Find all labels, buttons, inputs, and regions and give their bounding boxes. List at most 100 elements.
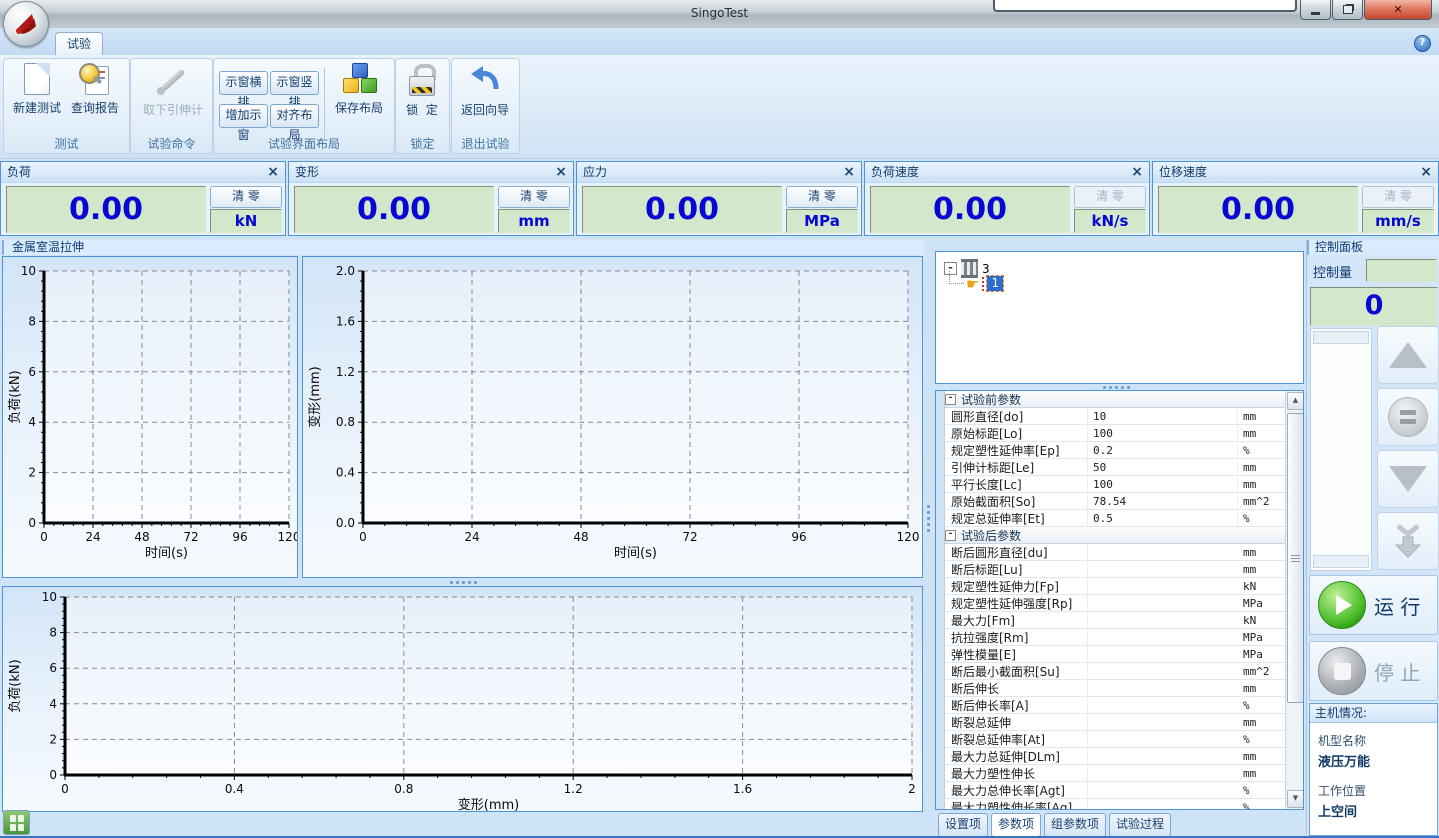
- hold-icon: [1388, 397, 1428, 437]
- svg-text:120: 120: [278, 530, 297, 544]
- meter-unit: mm/s: [1362, 209, 1434, 233]
- param-section-header[interactable]: -试验后参数: [945, 527, 1287, 544]
- collapse-icon[interactable]: -: [945, 530, 956, 541]
- windows-horizontal-button[interactable]: 示窗横排: [219, 71, 268, 95]
- meter-close-icon[interactable]: ×: [843, 162, 855, 182]
- param-row[interactable]: 断裂总延伸率[At]%: [945, 731, 1287, 748]
- chart-grid-button[interactable]: [3, 810, 30, 835]
- meter-panel: 位移速度×0.00清 零mm/s: [1152, 161, 1439, 236]
- param-row[interactable]: 断后圆形直径[du]mm: [945, 544, 1287, 561]
- param-row[interactable]: 最大力塑性伸长mm: [945, 765, 1287, 782]
- param-row[interactable]: 规定塑性延伸强度[Rp]MPa: [945, 595, 1287, 612]
- meter-clear-button[interactable]: 清 零: [210, 186, 282, 208]
- param-row[interactable]: 原始标距[Lo]100mm: [945, 425, 1287, 442]
- selected-specimen[interactable]: 1: [987, 276, 1003, 291]
- specimen-tree[interactable]: - 3 ☛ 1: [935, 251, 1304, 384]
- svg-text:0: 0: [28, 516, 36, 530]
- param-row[interactable]: 规定总延伸率[Et]0.5%: [945, 510, 1287, 527]
- horizontal-splitter[interactable]: [0, 578, 931, 586]
- param-row[interactable]: 原始截面积[So]78.54mm^2: [945, 493, 1287, 510]
- param-value[interactable]: 10: [1088, 410, 1238, 423]
- jog-fast-down-button[interactable]: [1377, 512, 1439, 570]
- speed-track[interactable]: [1310, 328, 1372, 571]
- restore-button[interactable]: [1332, 0, 1363, 20]
- meter-titlebar: 变形×: [289, 162, 573, 183]
- vertical-splitter[interactable]: [924, 240, 933, 838]
- meter-clear-button[interactable]: 清 零: [498, 186, 570, 208]
- tree-table-splitter[interactable]: [1103, 386, 1130, 389]
- jog-up-button[interactable]: [1377, 326, 1439, 384]
- param-row[interactable]: 最大力塑性伸长率[Ag]%: [945, 799, 1287, 810]
- help-icon[interactable]: ?: [1414, 35, 1431, 52]
- meter-clear-button[interactable]: 清 零: [786, 186, 858, 208]
- meter-close-icon[interactable]: ×: [1131, 162, 1143, 182]
- param-value[interactable]: 100: [1088, 478, 1238, 491]
- title-bar[interactable]: SingoTest ✕: [0, 0, 1439, 29]
- param-row[interactable]: 抗拉强度[Rm]MPa: [945, 629, 1287, 646]
- group-label-exit: 退出试验: [452, 135, 519, 152]
- meter-close-icon[interactable]: ×: [267, 162, 279, 182]
- meter-close-icon[interactable]: ×: [555, 162, 567, 182]
- svg-text:0.4: 0.4: [336, 466, 355, 480]
- param-unit: mm: [1238, 410, 1287, 423]
- param-row[interactable]: 断裂总延伸mm: [945, 714, 1287, 731]
- param-row[interactable]: 断后最小截面积[Su]mm^2: [945, 663, 1287, 680]
- tab-2[interactable]: 组参数项: [1044, 813, 1106, 837]
- query-report-button[interactable]: 查询报告: [66, 63, 124, 116]
- meter-close-icon[interactable]: ×: [1420, 162, 1432, 182]
- close-button[interactable]: ✕: [1364, 0, 1432, 20]
- param-row[interactable]: 最大力总伸长率[Agt]%: [945, 782, 1287, 799]
- svg-text:72: 72: [682, 530, 697, 544]
- param-unit: %: [1238, 444, 1287, 457]
- param-row[interactable]: 断后伸长率[A]%: [945, 697, 1287, 714]
- param-row[interactable]: 规定塑性延伸率[Ep]0.2%: [945, 442, 1287, 459]
- param-row[interactable]: 引伸计标距[Le]50mm: [945, 459, 1287, 476]
- tab-1[interactable]: 参数项: [991, 813, 1041, 837]
- param-row[interactable]: 断后伸长mm: [945, 680, 1287, 697]
- scroll-thumb[interactable]: [1287, 413, 1304, 703]
- jog-down-button[interactable]: [1377, 450, 1439, 508]
- app-window: SingoTest ✕ 试验 ? 新建测试 查询报: [0, 0, 1439, 838]
- param-value[interactable]: 50: [1088, 461, 1238, 474]
- meter-title: 负荷速度: [871, 165, 919, 179]
- tab-0[interactable]: 设置项: [938, 813, 988, 837]
- param-row[interactable]: 最大力[Fm]kN: [945, 612, 1287, 629]
- jog-hold-button[interactable]: [1377, 388, 1439, 446]
- app-menu-orb[interactable]: [3, 1, 49, 47]
- save-layout-button[interactable]: 保存布局: [330, 63, 388, 116]
- param-value[interactable]: 0.2: [1088, 444, 1238, 457]
- param-row[interactable]: 规定塑性延伸力[Fp]kN: [945, 578, 1287, 595]
- param-section-header[interactable]: -试验前参数: [945, 391, 1287, 408]
- param-row[interactable]: 最大力总延伸[DLm]mm: [945, 748, 1287, 765]
- param-row[interactable]: 断后标距[Lu]mm: [945, 561, 1287, 578]
- param-row[interactable]: 平行长度[Lc]100mm: [945, 476, 1287, 493]
- cubes-icon: [342, 63, 376, 95]
- param-unit: mm^2: [1238, 495, 1287, 508]
- return-wizard-button[interactable]: 返回向导: [456, 63, 514, 118]
- param-value[interactable]: 100: [1088, 427, 1238, 440]
- add-window-button[interactable]: 增加示窗: [219, 104, 268, 128]
- table-scrollbar[interactable]: ▲ ▼: [1285, 391, 1303, 809]
- param-row[interactable]: 弹性模量[E]MPa: [945, 646, 1287, 663]
- scroll-down-icon[interactable]: ▼: [1287, 790, 1304, 808]
- windows-vertical-button[interactable]: 示窗竖排: [270, 71, 319, 95]
- scroll-up-icon[interactable]: ▲: [1287, 392, 1304, 410]
- param-row[interactable]: 圆形直径[do]10mm: [945, 408, 1287, 425]
- param-value[interactable]: 0.5: [1088, 512, 1238, 525]
- minimize-button[interactable]: [1300, 0, 1331, 20]
- tree-child-node[interactable]: ☛ 1: [966, 276, 1003, 291]
- control-amount-input[interactable]: [1366, 259, 1437, 282]
- param-unit: mm: [1238, 546, 1287, 559]
- tab-shiyan[interactable]: 试验: [55, 32, 103, 56]
- report-search-icon: [79, 63, 111, 95]
- param-name: 引伸计标距[Le]: [945, 459, 1088, 476]
- lock-button[interactable]: 锁 定: [393, 63, 451, 118]
- run-button[interactable]: 运 行: [1309, 575, 1438, 635]
- align-layout-button[interactable]: 对齐布局: [270, 104, 319, 128]
- param-unit: mm: [1238, 461, 1287, 474]
- new-test-button[interactable]: 新建测试: [8, 63, 66, 116]
- collapse-icon[interactable]: -: [945, 394, 956, 405]
- tab-3[interactable]: 试验过程: [1109, 813, 1171, 837]
- param-value[interactable]: 78.54: [1088, 495, 1238, 508]
- host-label: 工作位置: [1318, 782, 1429, 799]
